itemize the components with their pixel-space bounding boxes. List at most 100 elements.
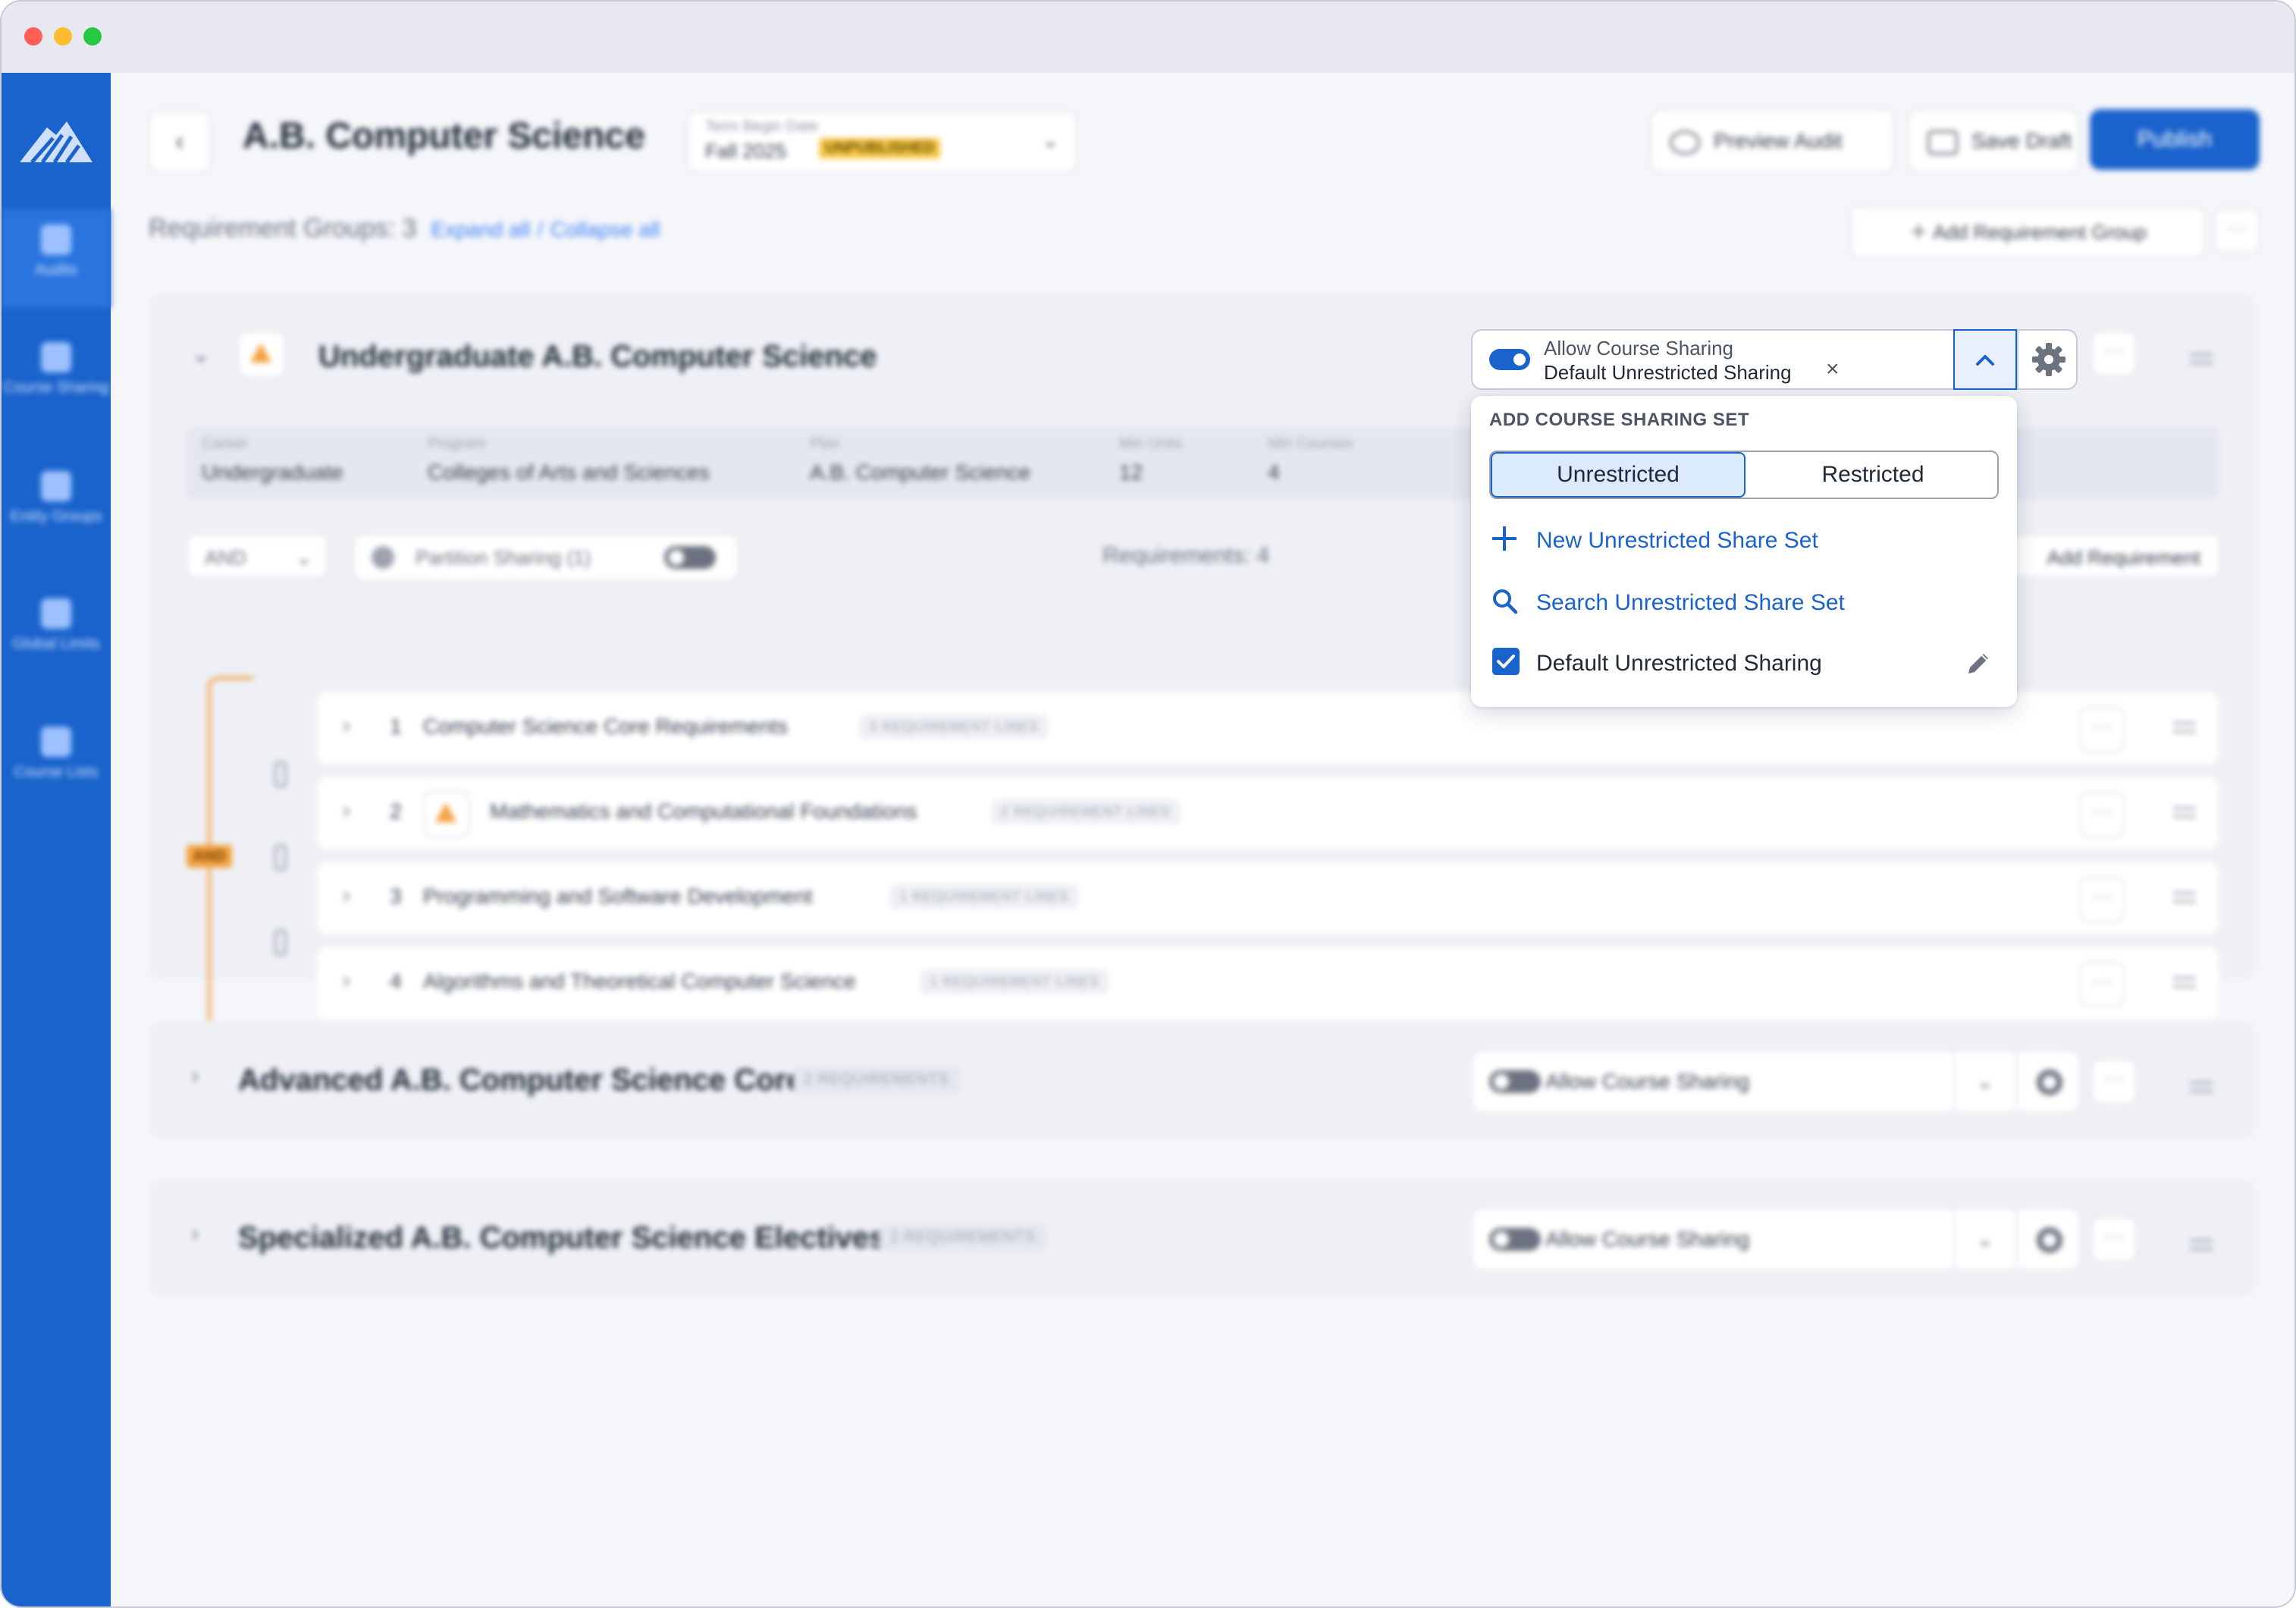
close-window-button[interactable] bbox=[24, 27, 42, 46]
group-more-button[interactable]: ··· bbox=[2091, 1217, 2137, 1262]
settings-button[interactable] bbox=[2017, 331, 2079, 388]
add-requirement-button[interactable]: Add Requirement bbox=[1987, 534, 2220, 578]
drag-handle-icon[interactable] bbox=[274, 845, 287, 871]
audit-icon bbox=[41, 225, 71, 255]
gear-icon bbox=[2037, 1069, 2062, 1095]
course-sharing-control[interactable]: Allow Course Sharing ⌄ bbox=[1471, 1050, 2081, 1113]
sharing-label: Allow Course Sharing bbox=[1545, 1227, 1750, 1251]
row-more-button[interactable]: ··· bbox=[2079, 962, 2125, 1007]
new-share-set-option[interactable]: New Unrestricted Share Set bbox=[1489, 516, 1999, 564]
expand-all-link[interactable]: Expand all bbox=[431, 218, 530, 241]
info-label: Min Units bbox=[1119, 435, 1183, 452]
collapse-dropdown-button[interactable] bbox=[1953, 329, 2017, 390]
checkbox[interactable] bbox=[1492, 648, 1520, 675]
sidebar-item-label: Entity Groups bbox=[10, 508, 102, 525]
requirement-row[interactable]: › 4 Algorithms and Theoretical Computer … bbox=[317, 947, 2219, 1019]
drag-handle-icon[interactable] bbox=[2173, 977, 2196, 988]
main-content: ‹ A.B. Computer Science Term Begin Date … bbox=[111, 73, 2294, 1606]
requirement-number: 4 bbox=[390, 969, 402, 993]
preview-audit-button[interactable]: Preview Audit bbox=[1650, 109, 1894, 173]
requirement-lines-badge: 3 REQUIREMENT LINES bbox=[860, 714, 1048, 740]
tab-restricted[interactable]: Restricted bbox=[1746, 452, 1997, 498]
option-label: Search Unrestricted Share Set bbox=[1536, 590, 1845, 615]
sidebar-item-label: Course Lists bbox=[14, 764, 99, 780]
logic-select[interactable]: AND ⌄ bbox=[187, 534, 328, 578]
group-title: Specialized A.B. Computer Science Electi… bbox=[238, 1221, 886, 1255]
course-sharing-control[interactable]: Allow Course Sharing Default Unrestricte… bbox=[1471, 329, 2078, 390]
app-logo bbox=[20, 121, 93, 164]
sidebar-item-course-lists[interactable]: Course Lists bbox=[2, 711, 111, 810]
minimize-window-button[interactable] bbox=[54, 27, 72, 46]
drag-handle-icon[interactable] bbox=[2190, 1239, 2213, 1250]
save-icon bbox=[1927, 130, 1958, 155]
sidebar-item-entity-groups[interactable]: Entity Groups bbox=[2, 456, 111, 554]
search-icon bbox=[1493, 589, 1518, 614]
drag-handle-icon[interactable] bbox=[2173, 892, 2196, 903]
back-button[interactable]: ‹ bbox=[149, 111, 211, 173]
tab-unrestricted[interactable]: Unrestricted bbox=[1491, 452, 1746, 498]
partition-sharing-toggle[interactable]: Partition Sharing (1) bbox=[353, 534, 739, 581]
list-icon bbox=[41, 727, 71, 757]
drag-handle-icon[interactable] bbox=[274, 762, 287, 787]
chevron-down-icon[interactable]: ⌄ bbox=[191, 341, 210, 368]
chevron-right-icon[interactable]: › bbox=[343, 883, 350, 909]
settings-button[interactable] bbox=[2015, 1209, 2081, 1270]
add-requirement-group-button[interactable]: ＋ Add Requirement Group bbox=[1850, 206, 2205, 258]
info-value: 12 bbox=[1119, 460, 1143, 484]
publish-button[interactable]: Publish bbox=[2090, 109, 2260, 170]
chevron-down-icon[interactable]: ⌄ bbox=[1953, 1051, 2015, 1112]
group-title: Undergraduate A.B. Computer Science bbox=[318, 340, 877, 373]
sidebar-item-course-sharing[interactable]: Course Sharing bbox=[2, 327, 111, 426]
chevron-right-icon[interactable]: › bbox=[191, 1063, 199, 1089]
chevron-right-icon[interactable]: › bbox=[343, 713, 350, 739]
more-options-button[interactable]: ··· bbox=[2214, 208, 2260, 253]
sidebar-item-global-limits[interactable]: Global Limits bbox=[2, 583, 111, 682]
requirement-row[interactable]: › 2 Mathematics and Computational Founda… bbox=[317, 777, 2219, 850]
chevron-right-icon[interactable]: › bbox=[343, 968, 350, 994]
sharing-type-segmented: Unrestricted Restricted bbox=[1489, 451, 1999, 499]
toggle-switch[interactable] bbox=[1489, 1070, 1541, 1093]
info-plan: Plan A.B. Computer Science bbox=[810, 435, 1030, 485]
requirement-name: Algorithms and Theoretical Computer Scie… bbox=[423, 969, 856, 993]
group-more-button[interactable]: ··· bbox=[2091, 331, 2137, 376]
share-icon bbox=[41, 342, 71, 372]
info-label: Program bbox=[428, 435, 486, 452]
settings-button[interactable] bbox=[2015, 1051, 2081, 1112]
group-more-button[interactable]: ··· bbox=[2091, 1059, 2137, 1104]
search-share-set-option[interactable]: Search Unrestricted Share Set bbox=[1489, 578, 1999, 627]
row-more-button[interactable]: ··· bbox=[2079, 792, 2125, 837]
chevron-right-icon[interactable]: › bbox=[343, 798, 350, 824]
info-value: 4 bbox=[1268, 460, 1280, 484]
info-value: Colleges of Arts and Sciences bbox=[428, 460, 710, 484]
maximize-window-button[interactable] bbox=[83, 27, 102, 46]
info-career: Career Undergraduate bbox=[202, 435, 343, 485]
chevron-down-icon[interactable]: ⌄ bbox=[1953, 1209, 2015, 1270]
course-sharing-control[interactable]: Allow Course Sharing ⌄ bbox=[1471, 1208, 2081, 1271]
chevron-right-icon[interactable]: › bbox=[191, 1221, 199, 1247]
share-set-option[interactable]: Default Unrestricted Sharing bbox=[1489, 639, 1999, 687]
drag-handle-icon[interactable] bbox=[274, 930, 287, 956]
requirement-row[interactable]: › 3 Programming and Software Development… bbox=[317, 862, 2219, 934]
group-icon bbox=[238, 331, 285, 378]
remove-chip-icon[interactable]: × bbox=[1826, 356, 1840, 382]
row-more-button[interactable]: ··· bbox=[2079, 707, 2125, 752]
save-draft-button[interactable]: Save Draft bbox=[1908, 109, 2079, 173]
toggle-switch[interactable] bbox=[1489, 1228, 1541, 1251]
page-title: A.B. Computer Science bbox=[243, 116, 645, 156]
chevron-down-icon: ⌄ bbox=[1042, 129, 1059, 152]
drag-handle-icon[interactable] bbox=[2190, 353, 2213, 364]
window-titlebar bbox=[2, 2, 2294, 73]
sidebar-item-audits[interactable]: Audits bbox=[2, 209, 111, 308]
drag-handle-icon[interactable] bbox=[2173, 807, 2196, 818]
row-more-button[interactable]: ··· bbox=[2079, 877, 2125, 922]
collapse-all-link[interactable]: Collapse all bbox=[550, 218, 660, 241]
eye-icon bbox=[1670, 130, 1700, 155]
requirement-icon bbox=[423, 790, 470, 837]
edit-icon[interactable] bbox=[1964, 649, 1993, 678]
drag-handle-icon[interactable] bbox=[2190, 1082, 2213, 1092]
drag-handle-icon[interactable] bbox=[2173, 722, 2196, 733]
sharing-toggle[interactable] bbox=[1489, 349, 1530, 370]
term-select[interactable]: Term Begin Date Fall 2025 UNPUBLISHED ⌄ bbox=[687, 111, 1077, 173]
requirement-number: 1 bbox=[390, 714, 402, 738]
toggle-switch[interactable] bbox=[664, 546, 716, 569]
